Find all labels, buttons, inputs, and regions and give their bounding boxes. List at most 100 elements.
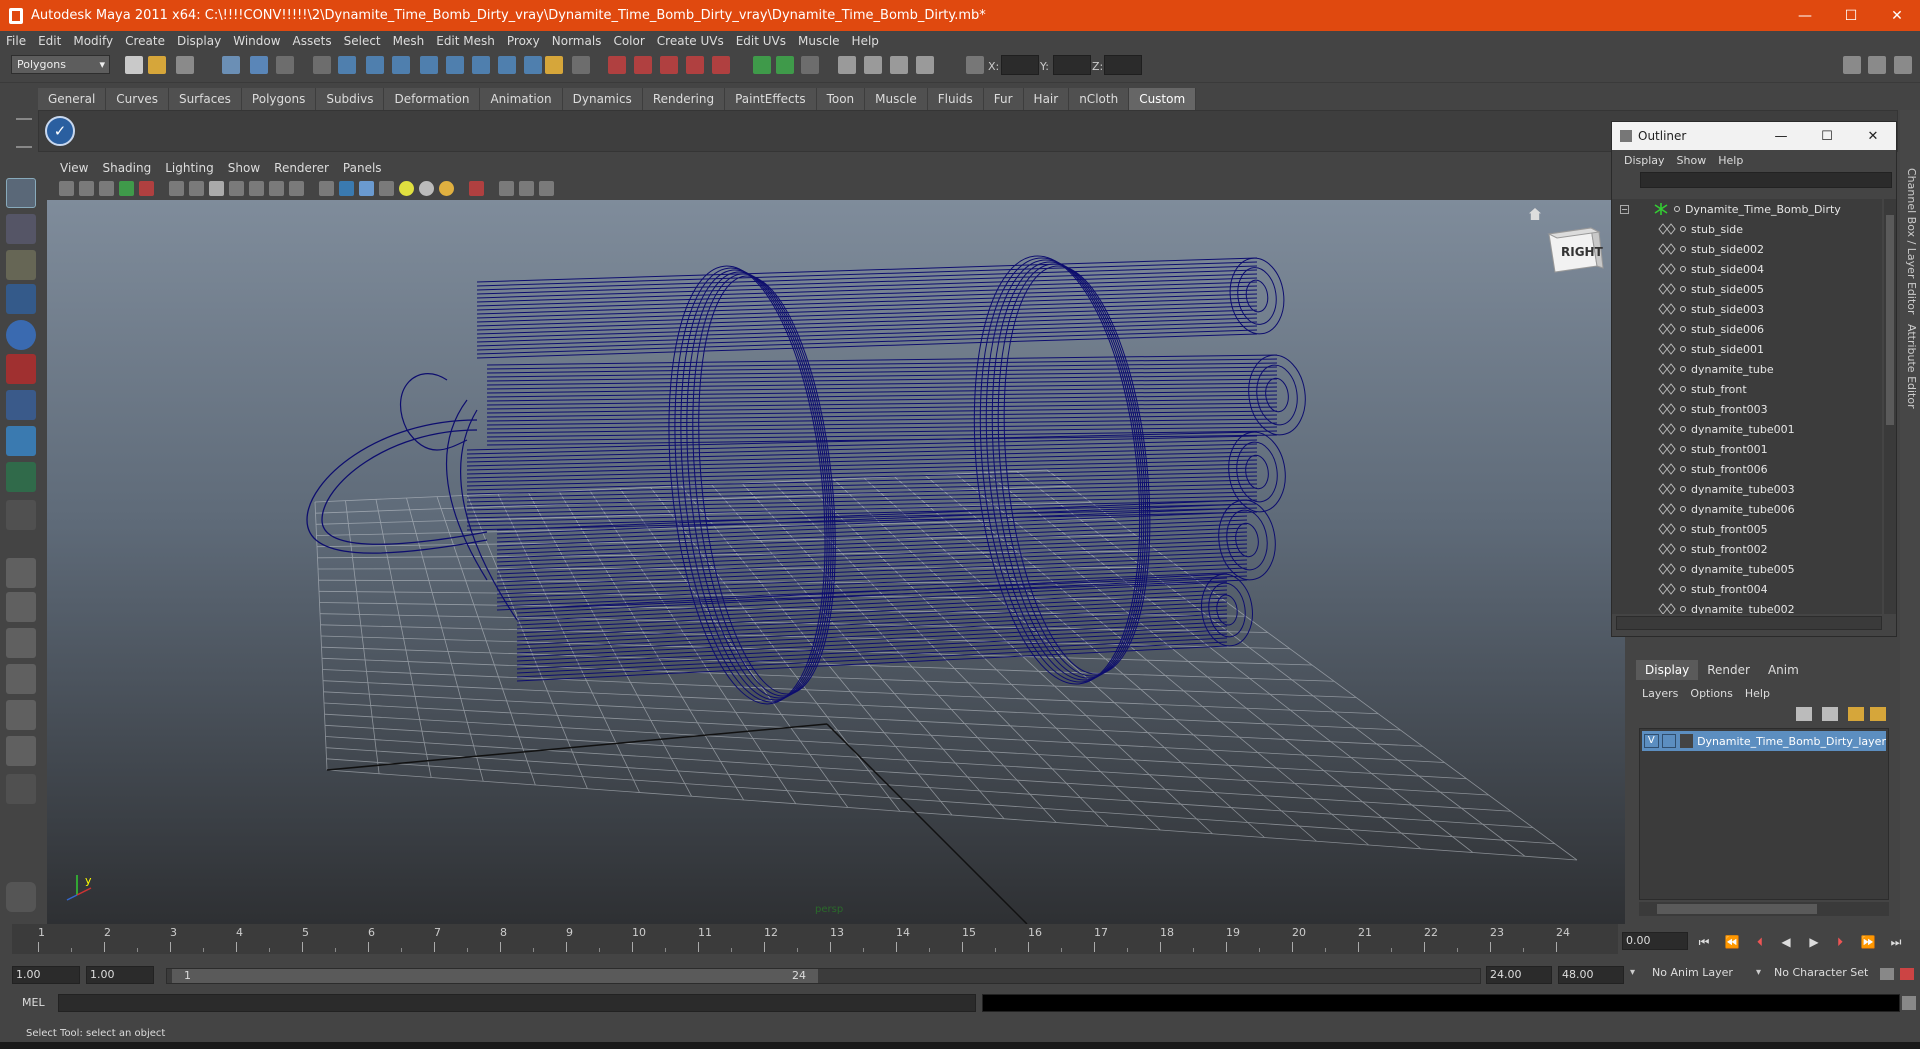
soft-modification-icon[interactable] — [6, 426, 36, 456]
go-to-end-icon[interactable]: ⏭ — [1888, 934, 1904, 950]
new-scene-icon[interactable] — [125, 56, 143, 74]
outliner-filter-field[interactable] — [1640, 172, 1892, 188]
outliner-close-button[interactable]: ✕ — [1850, 122, 1896, 150]
shelf-tab-hair[interactable]: Hair — [1023, 88, 1070, 110]
share-icon[interactable] — [539, 181, 554, 196]
lock-icon[interactable] — [545, 56, 563, 74]
output-history-icon[interactable] — [776, 56, 794, 74]
shelf-tab-animation[interactable]: Animation — [480, 88, 563, 110]
shelf-tab-fluids[interactable]: Fluids — [927, 88, 984, 110]
shelf-tab-toon[interactable]: Toon — [816, 88, 866, 110]
show-attribute-editor-icon[interactable] — [1843, 56, 1861, 74]
render-settings-icon[interactable] — [916, 56, 934, 74]
current-time-field[interactable]: 0.00 — [1622, 932, 1688, 950]
outliner-item[interactable]: dynamite_tube001 — [1612, 419, 1882, 439]
scale-tool-icon[interactable] — [6, 354, 36, 384]
shelf-tab-fur[interactable]: Fur — [983, 88, 1024, 110]
pick-deformations-icon[interactable] — [446, 56, 464, 74]
layer-tab-anim[interactable]: Anim — [1759, 660, 1808, 680]
menu-edit-uvs[interactable]: Edit UVs — [730, 34, 792, 48]
outliner-item[interactable]: stub_front004 — [1612, 579, 1882, 599]
shelf-tab-painteffects[interactable]: PaintEffects — [725, 88, 817, 110]
bookmark-icon[interactable] — [99, 181, 114, 196]
last-tool-icon[interactable] — [6, 500, 36, 530]
panel-menu-lighting[interactable]: Lighting — [158, 161, 221, 175]
menu-proxy[interactable]: Proxy — [501, 34, 546, 48]
select-object-icon[interactable] — [250, 56, 268, 74]
default-lighting-icon[interactable] — [399, 181, 414, 196]
outliner-item[interactable]: stub_side005 — [1612, 279, 1882, 299]
pick-rendering-icon[interactable] — [498, 56, 516, 74]
film-gate-icon[interactable] — [189, 181, 204, 196]
all-lights-icon[interactable] — [419, 181, 434, 196]
persp-trax-layout-icon[interactable] — [6, 736, 36, 766]
outliner-item[interactable]: stub_side003 — [1612, 299, 1882, 319]
outliner-item[interactable]: stub_side — [1612, 219, 1882, 239]
layer-menu-layers[interactable]: Layers — [1636, 687, 1684, 700]
step-back-key-icon[interactable]: ⏪ — [1724, 934, 1740, 950]
play-forward-icon[interactable]: ▶ — [1806, 934, 1822, 950]
step-forward-frame-icon[interactable]: ⏵ — [1832, 934, 1848, 950]
pick-handles-icon[interactable] — [338, 56, 356, 74]
outliner-item[interactable]: stub_front005 — [1612, 519, 1882, 539]
outliner-item[interactable]: stub_front001 — [1612, 439, 1882, 459]
menu-modify[interactable]: Modify — [67, 34, 119, 48]
outliner-menu-help[interactable]: Help — [1712, 154, 1749, 167]
safe-title-icon[interactable] — [289, 181, 304, 196]
character-set-select[interactable]: No Character Set — [1774, 966, 1868, 979]
lasso-tool-icon[interactable] — [6, 214, 36, 244]
outliner-menu-display[interactable]: Display — [1618, 154, 1671, 167]
save-scene-icon[interactable] — [176, 56, 194, 74]
new-layer-icon[interactable] — [1848, 707, 1864, 721]
menu-color[interactable]: Color — [607, 34, 650, 48]
panel-menu-panels[interactable]: Panels — [336, 161, 389, 175]
isolate-select-icon[interactable] — [469, 181, 484, 196]
panel-menu-view[interactable]: View — [53, 161, 95, 175]
move-up-layer-icon[interactable] — [1796, 707, 1812, 721]
outliner-item[interactable]: stub_front — [1612, 379, 1882, 399]
shelf-tab-ncloth[interactable]: nCloth — [1069, 88, 1130, 110]
step-forward-key-icon[interactable]: ⏩ — [1860, 934, 1876, 950]
perspective-viewport[interactable]: y persp RIGHT — [47, 200, 1625, 924]
universal-manipulator-icon[interactable] — [6, 390, 36, 420]
textured-icon[interactable] — [379, 181, 394, 196]
wireframe-on-shaded-icon[interactable] — [359, 181, 374, 196]
menu-help[interactable]: Help — [846, 34, 885, 48]
camera-attributes-icon[interactable] — [79, 181, 94, 196]
render-view-icon[interactable] — [838, 56, 856, 74]
outliner-item[interactable]: dynamite_tube005 — [1612, 559, 1882, 579]
smooth-shade-icon[interactable] — [339, 181, 354, 196]
outliner-item[interactable]: stub_side002 — [1612, 239, 1882, 259]
gate-mask-icon[interactable] — [229, 181, 244, 196]
show-channel-box-icon[interactable] — [1894, 56, 1912, 74]
select-component-icon[interactable] — [276, 56, 294, 74]
question-icon[interactable] — [524, 56, 542, 74]
menu-edit[interactable]: Edit — [32, 34, 67, 48]
attribute-editor-tab[interactable]: Attribute Editor — [1902, 324, 1918, 409]
menu-set-select[interactable]: Polygons — [11, 55, 110, 74]
two-d-pan-zoom-icon[interactable] — [139, 181, 154, 196]
outliner-item[interactable]: stub_side006 — [1612, 319, 1882, 339]
outliner-vscroll-thumb[interactable] — [1886, 215, 1894, 425]
highlight-selection-icon[interactable] — [572, 56, 590, 74]
menu-mesh[interactable]: Mesh — [387, 34, 431, 48]
transform-field-icon[interactable] — [966, 56, 984, 74]
layer-tab-display[interactable]: Display — [1636, 660, 1699, 680]
layer-hscrollbar[interactable] — [1639, 902, 1889, 916]
layer-row[interactable]: V Dynamite_Time_Bomb_Dirty_layer — [1642, 731, 1886, 751]
outliner-item[interactable]: stub_front002 — [1612, 539, 1882, 559]
outliner-item[interactable]: stub_front006 — [1612, 459, 1882, 479]
open-scene-icon[interactable] — [148, 56, 166, 74]
make-live-icon[interactable] — [712, 56, 730, 74]
outliner-maximize-button[interactable]: ☐ — [1804, 122, 1850, 150]
coord-y-field[interactable] — [1053, 55, 1091, 75]
step-back-frame-icon[interactable]: ⏴ — [1752, 934, 1768, 950]
scene-canvas[interactable]: y persp — [47, 200, 1625, 924]
menu-create-uvs[interactable]: Create UVs — [651, 34, 730, 48]
range-thumb[interactable]: 1 24 — [172, 969, 818, 983]
pick-joints-icon[interactable] — [366, 56, 384, 74]
outliner-item[interactable]: stub_side001 — [1612, 339, 1882, 359]
shelf-tab-custom[interactable]: Custom — [1129, 88, 1197, 110]
snap-grid-icon[interactable] — [608, 56, 626, 74]
field-chart-icon[interactable] — [249, 181, 264, 196]
